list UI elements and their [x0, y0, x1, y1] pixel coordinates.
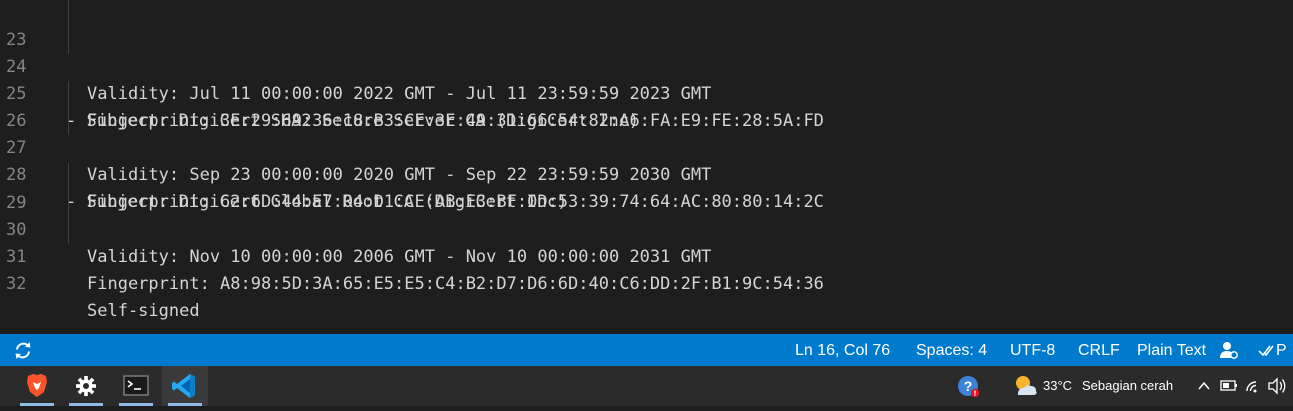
editor-line[interactable]: 30 Fingerprint: A8:98:5D:3A:65:E5:E5:C4:… [0, 190, 1293, 294]
vscode-icon [172, 374, 195, 398]
editor-line[interactable]: 26 Validity: Sep 23 00:00:00 2020 GMT - … [0, 81, 1293, 185]
editor-line[interactable]: 27 Fingerprint: 62:6D:44:E7:04:D1:CE:AB:… [0, 108, 1293, 212]
brave-lion-icon [27, 374, 47, 397]
taskbar-terminal-button[interactable] [113, 366, 159, 406]
volume-icon [1268, 377, 1286, 395]
encoding-setting[interactable]: UTF-8 [1010, 334, 1055, 366]
editor-area[interactable]: 23 Validity: Jul 11 00:00:00 2022 GMT - … [0, 0, 1293, 334]
indentation-setting[interactable]: Spaces: 4 [916, 334, 987, 366]
editor-line[interactable]: 24 Fingerprint: 3E:29:69:36:18:B3:CE:3E:… [0, 27, 1293, 131]
indent-guide [68, 27, 69, 54]
indent-guide [68, 190, 69, 217]
editor-line[interactable]: 31 Self-signed [0, 217, 1293, 321]
taskbar-vscode-button[interactable] [162, 366, 208, 406]
cursor-position[interactable]: Ln 16, Col 76 [795, 334, 890, 366]
indent-guide [68, 0, 69, 27]
taskbar-settings-button[interactable] [63, 366, 109, 406]
editor-line[interactable]: 29 Validity: Nov 10 00:00:00 2006 GMT - … [0, 163, 1293, 267]
eol-setting[interactable]: CRLF [1078, 334, 1120, 366]
status-bar: Ln 16, Col 76 Spaces: 4 UTF-8 CRLF Plain… [0, 334, 1293, 366]
line-text: Fingerprint: A8:98:5D:3A:65:E5:E5:C4:B2:… [87, 274, 824, 294]
terminal-icon [123, 375, 149, 396]
taskbar: ? 33°C Sebagian cerah [0, 366, 1293, 406]
weather-widget[interactable]: 33°C Sebagian cerah [1008, 366, 1184, 406]
indent-guide [68, 108, 69, 135]
editor-line[interactable]: 32 [0, 244, 1293, 294]
language-mode[interactable]: Plain Text [1137, 334, 1206, 366]
wifi-icon [1246, 381, 1257, 393]
sync-icon[interactable] [12, 334, 36, 366]
battery-icon [1220, 380, 1237, 391]
line-number: 32 [6, 274, 27, 294]
editor-line[interactable]: 23 Validity: Jul 11 00:00:00 2022 GMT - … [0, 0, 1293, 104]
indent-guide [68, 163, 69, 190]
weather-temperature: 33°C [1043, 378, 1073, 393]
battery-tray-button[interactable] [1218, 366, 1240, 406]
prettier-status[interactable]: P [1258, 334, 1287, 366]
chevron-up-icon [1198, 381, 1210, 390]
show-hidden-icons-button[interactable] [1194, 366, 1214, 406]
help-icon: ? [958, 376, 980, 398]
line-text: Self-signed [87, 301, 200, 321]
help-tray-button[interactable]: ? [948, 366, 988, 406]
wifi-tray-button[interactable] [1243, 366, 1265, 406]
double-check-icon [1258, 345, 1274, 357]
person-feedback-icon[interactable] [1218, 334, 1240, 366]
indent-guide [68, 81, 69, 108]
editor-line[interactable]: 28 - Subject: DigiCert Global Root CA (D… [0, 135, 1293, 212]
gear-icon [76, 376, 96, 396]
indent-guide [68, 217, 69, 244]
prettier-label: P [1276, 342, 1287, 359]
editor-line[interactable]: 25 - Subject: DigiCert SHA2 Secure Serve… [0, 54, 1293, 131]
svg-text:?: ? [964, 378, 973, 394]
weather-description: Sebagian cerah [1082, 378, 1174, 393]
taskbar-brave-button[interactable] [14, 366, 60, 406]
partly-cloudy-icon [1016, 376, 1037, 395]
volume-tray-button[interactable] [1266, 366, 1288, 406]
